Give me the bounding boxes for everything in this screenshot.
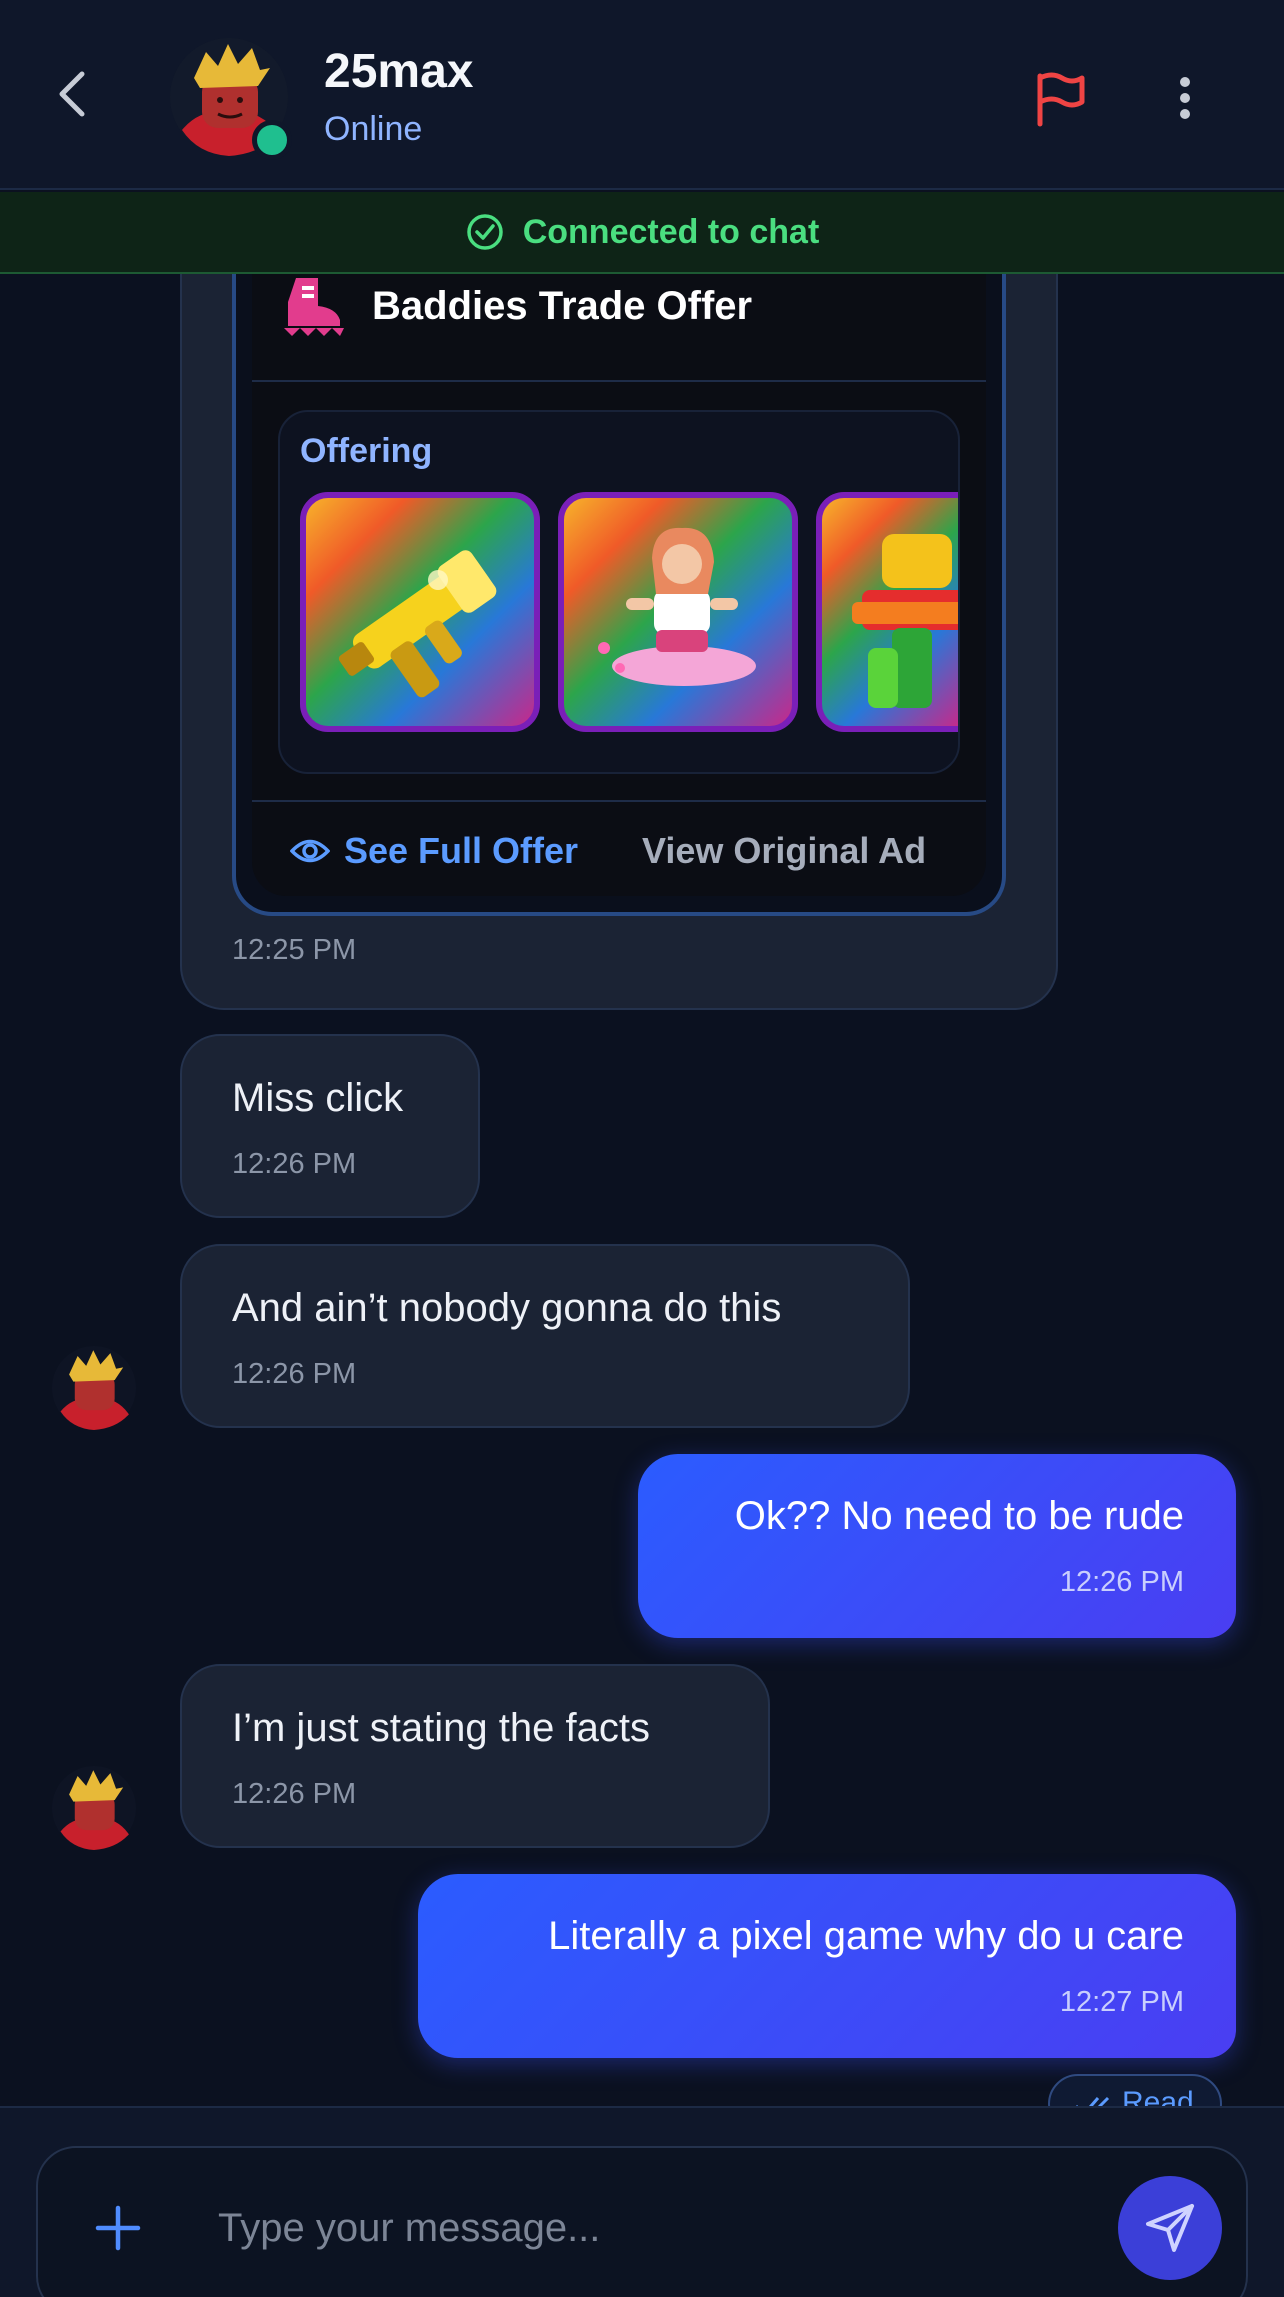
back-chevron-icon[interactable] bbox=[48, 64, 98, 124]
message-text: Ok?? No need to be rude bbox=[734, 1494, 1184, 1538]
send-icon bbox=[1146, 2204, 1194, 2252]
check-circle-icon bbox=[466, 214, 503, 250]
offer-title: Baddies Trade Offer bbox=[372, 284, 753, 328]
message-input[interactable] bbox=[218, 2196, 1078, 2260]
eye-icon bbox=[290, 839, 330, 863]
offering-section: Offering bbox=[278, 410, 960, 774]
more-vertical-icon[interactable] bbox=[1168, 68, 1202, 128]
my-message-bubble[interactable]: Ok?? No need to be rude 12:26 PM bbox=[638, 1454, 1236, 1638]
golden-gun-item[interactable] bbox=[300, 492, 540, 732]
divider bbox=[252, 800, 986, 802]
skater-girl-item[interactable] bbox=[558, 492, 798, 732]
message-time: 12:26 PM bbox=[232, 1778, 357, 1810]
offering-label: Offering bbox=[300, 432, 433, 470]
message-text: And ain’t nobody gonna do this bbox=[232, 1286, 782, 1330]
sender-avatar[interactable] bbox=[52, 1346, 136, 1430]
chat-header: 25max Online bbox=[0, 0, 1284, 190]
see-full-offer-label: See Full Offer bbox=[344, 830, 579, 871]
message-time: 12:26 PM bbox=[232, 1148, 357, 1180]
banner-text: Connected to chat bbox=[522, 212, 820, 251]
message-time: 12:25 PM bbox=[232, 934, 357, 966]
rainbow-character-item[interactable] bbox=[816, 492, 958, 732]
my-message-bubble[interactable]: Literally a pixel game why do u care 12:… bbox=[418, 1874, 1236, 2058]
connection-banner: Connected to chat bbox=[0, 192, 1284, 274]
message-time: 12:27 PM bbox=[1059, 1986, 1184, 2018]
message-time: 12:26 PM bbox=[1059, 1566, 1184, 1598]
username[interactable]: 25max bbox=[324, 44, 473, 99]
message-bubble[interactable]: Miss click 12:26 PM bbox=[180, 1034, 480, 1218]
see-full-offer-button[interactable]: See Full Offer bbox=[290, 830, 578, 872]
send-button[interactable] bbox=[1118, 2176, 1222, 2280]
divider bbox=[252, 380, 986, 382]
message-text: Miss click bbox=[232, 1076, 404, 1120]
online-status-dot bbox=[252, 120, 292, 160]
flag-icon[interactable] bbox=[1032, 68, 1088, 128]
message-time: 12:26 PM bbox=[232, 1358, 357, 1390]
user-status: Online bbox=[324, 110, 423, 148]
sender-avatar[interactable] bbox=[52, 1766, 136, 1850]
message-bubble[interactable]: I’m just stating the facts 12:26 PM bbox=[180, 1664, 770, 1848]
message-bubble[interactable]: And ain’t nobody gonna do this 12:26 PM bbox=[180, 1244, 910, 1428]
skate-boot-icon bbox=[284, 278, 344, 336]
plus-icon[interactable] bbox=[90, 2200, 146, 2256]
message-text: I’m just stating the facts bbox=[232, 1706, 650, 1750]
view-original-ad-button[interactable]: View Original Ad bbox=[642, 830, 926, 872]
message-text: Literally a pixel game why do u care bbox=[548, 1914, 1184, 1958]
